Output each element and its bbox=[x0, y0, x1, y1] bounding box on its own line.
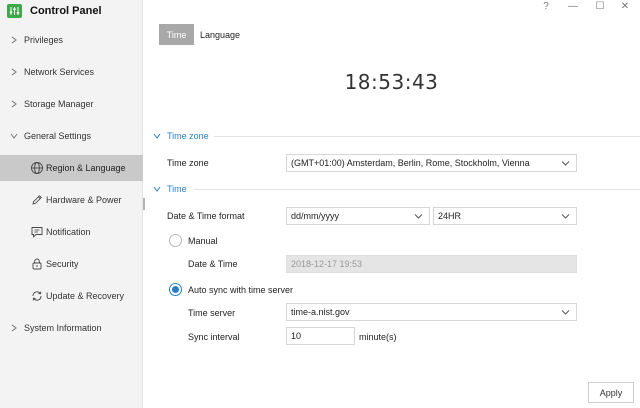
message-icon bbox=[31, 227, 43, 238]
sidebar-item-privileges[interactable]: Privileges bbox=[0, 29, 143, 51]
chevron-right-icon bbox=[11, 324, 17, 332]
sync-interval-value: 10 bbox=[291, 331, 302, 341]
timezone-value: (GMT+01:00) Amsterdam, Berlin, Rome, Sto… bbox=[291, 158, 530, 168]
auto-sync-radio[interactable] bbox=[169, 283, 182, 296]
sync-interval-input[interactable]: 10 bbox=[286, 327, 355, 345]
time-server-select[interactable]: time-a.nist.gov bbox=[286, 303, 577, 321]
sidebar-item-region-language[interactable]: Region & Language bbox=[0, 155, 143, 181]
sidebar-item-label: Privileges bbox=[24, 35, 64, 45]
sidebar-item-security[interactable]: Security bbox=[0, 251, 143, 277]
pen-icon bbox=[32, 195, 42, 205]
app-header: Control Panel bbox=[7, 3, 102, 19]
chevron-down-icon bbox=[10, 133, 18, 139]
chevron-down-icon bbox=[153, 186, 161, 192]
timezone-select[interactable]: (GMT+01:00) Amsterdam, Berlin, Rome, Sto… bbox=[286, 154, 577, 172]
sidebar-item-hardware-power[interactable]: Hardware & Power bbox=[0, 187, 143, 213]
chevron-right-icon bbox=[11, 36, 17, 44]
chevron-right-icon bbox=[11, 68, 17, 76]
chevron-down-icon bbox=[153, 133, 161, 139]
sync-interval-label: Sync interval bbox=[188, 332, 240, 342]
timezone-section-header[interactable]: Time zone bbox=[153, 130, 209, 142]
chevron-down-icon bbox=[561, 161, 570, 166]
sidebar-item-label: System Information bbox=[24, 323, 102, 333]
sidebar-item-label: Hardware & Power bbox=[46, 195, 122, 205]
time-server-label: Time server bbox=[188, 308, 236, 318]
timezone-label: Time zone bbox=[167, 158, 209, 168]
sidebar-item-general-settings[interactable]: General Settings bbox=[0, 125, 143, 147]
chevron-down-icon bbox=[414, 214, 423, 219]
globe-icon bbox=[31, 162, 43, 174]
time-format-value: 24HR bbox=[438, 211, 462, 221]
sidebar: Control Panel Privileges Network Service… bbox=[0, 0, 143, 408]
date-format-value: dd/mm/yyyy bbox=[291, 211, 340, 221]
help-button[interactable]: ? bbox=[535, 0, 557, 12]
sidebar-scrollbar[interactable] bbox=[143, 198, 145, 210]
sidebar-item-label: Network Services bbox=[24, 67, 95, 77]
current-time-display: 18:53:43 bbox=[344, 70, 439, 94]
sidebar-item-notification[interactable]: Notification bbox=[0, 219, 143, 245]
time-format-select[interactable]: 24HR bbox=[433, 207, 577, 225]
sidebar-item-label: Update & Recovery bbox=[46, 291, 125, 301]
maximize-button[interactable]: ☐ bbox=[589, 0, 611, 12]
sidebar-item-update-recovery[interactable]: Update & Recovery bbox=[0, 283, 143, 309]
time-server-value: time-a.nist.gov bbox=[291, 307, 350, 317]
chevron-down-icon bbox=[561, 214, 570, 219]
apply-button[interactable]: Apply bbox=[588, 382, 634, 403]
close-button[interactable]: ✕ bbox=[614, 0, 636, 12]
sidebar-item-label: General Settings bbox=[24, 131, 92, 141]
section-title: Time bbox=[167, 184, 187, 194]
divider bbox=[194, 189, 640, 190]
sidebar-item-label: Security bbox=[46, 259, 79, 269]
app-title: Control Panel bbox=[30, 5, 102, 17]
lock-icon bbox=[32, 258, 42, 270]
equalizer-icon bbox=[7, 4, 22, 18]
manual-radio[interactable] bbox=[169, 234, 182, 247]
sidebar-item-label: Notification bbox=[46, 227, 91, 237]
sidebar-item-network-services[interactable]: Network Services bbox=[0, 61, 143, 83]
tab-language[interactable]: Language bbox=[196, 24, 244, 45]
tab-time[interactable]: Time bbox=[159, 24, 194, 45]
sidebar-item-label: Storage Manager bbox=[24, 99, 94, 109]
datetime-label: Date & Time bbox=[188, 259, 238, 269]
manual-label: Manual bbox=[188, 236, 218, 246]
sync-interval-unit: minute(s) bbox=[359, 332, 397, 342]
sidebar-item-storage-manager[interactable]: Storage Manager bbox=[0, 93, 143, 115]
datetime-value: 2018-12-17 19:53 bbox=[291, 259, 363, 269]
sync-icon bbox=[32, 291, 42, 301]
section-title: Time zone bbox=[167, 131, 209, 141]
chevron-right-icon bbox=[11, 100, 17, 108]
datetime-format-label: Date & Time format bbox=[167, 211, 245, 221]
datetime-input[interactable]: 2018-12-17 19:53 bbox=[286, 255, 577, 273]
minimize-button[interactable]: — bbox=[562, 0, 584, 12]
sidebar-item-system-information[interactable]: System Information bbox=[0, 317, 143, 339]
time-section-header[interactable]: Time bbox=[153, 183, 187, 195]
sidebar-item-label: Region & Language bbox=[46, 163, 126, 173]
auto-sync-label: Auto sync with time server bbox=[188, 285, 294, 295]
divider bbox=[214, 136, 640, 137]
chevron-down-icon bbox=[561, 310, 570, 315]
date-format-select[interactable]: dd/mm/yyyy bbox=[286, 207, 430, 225]
